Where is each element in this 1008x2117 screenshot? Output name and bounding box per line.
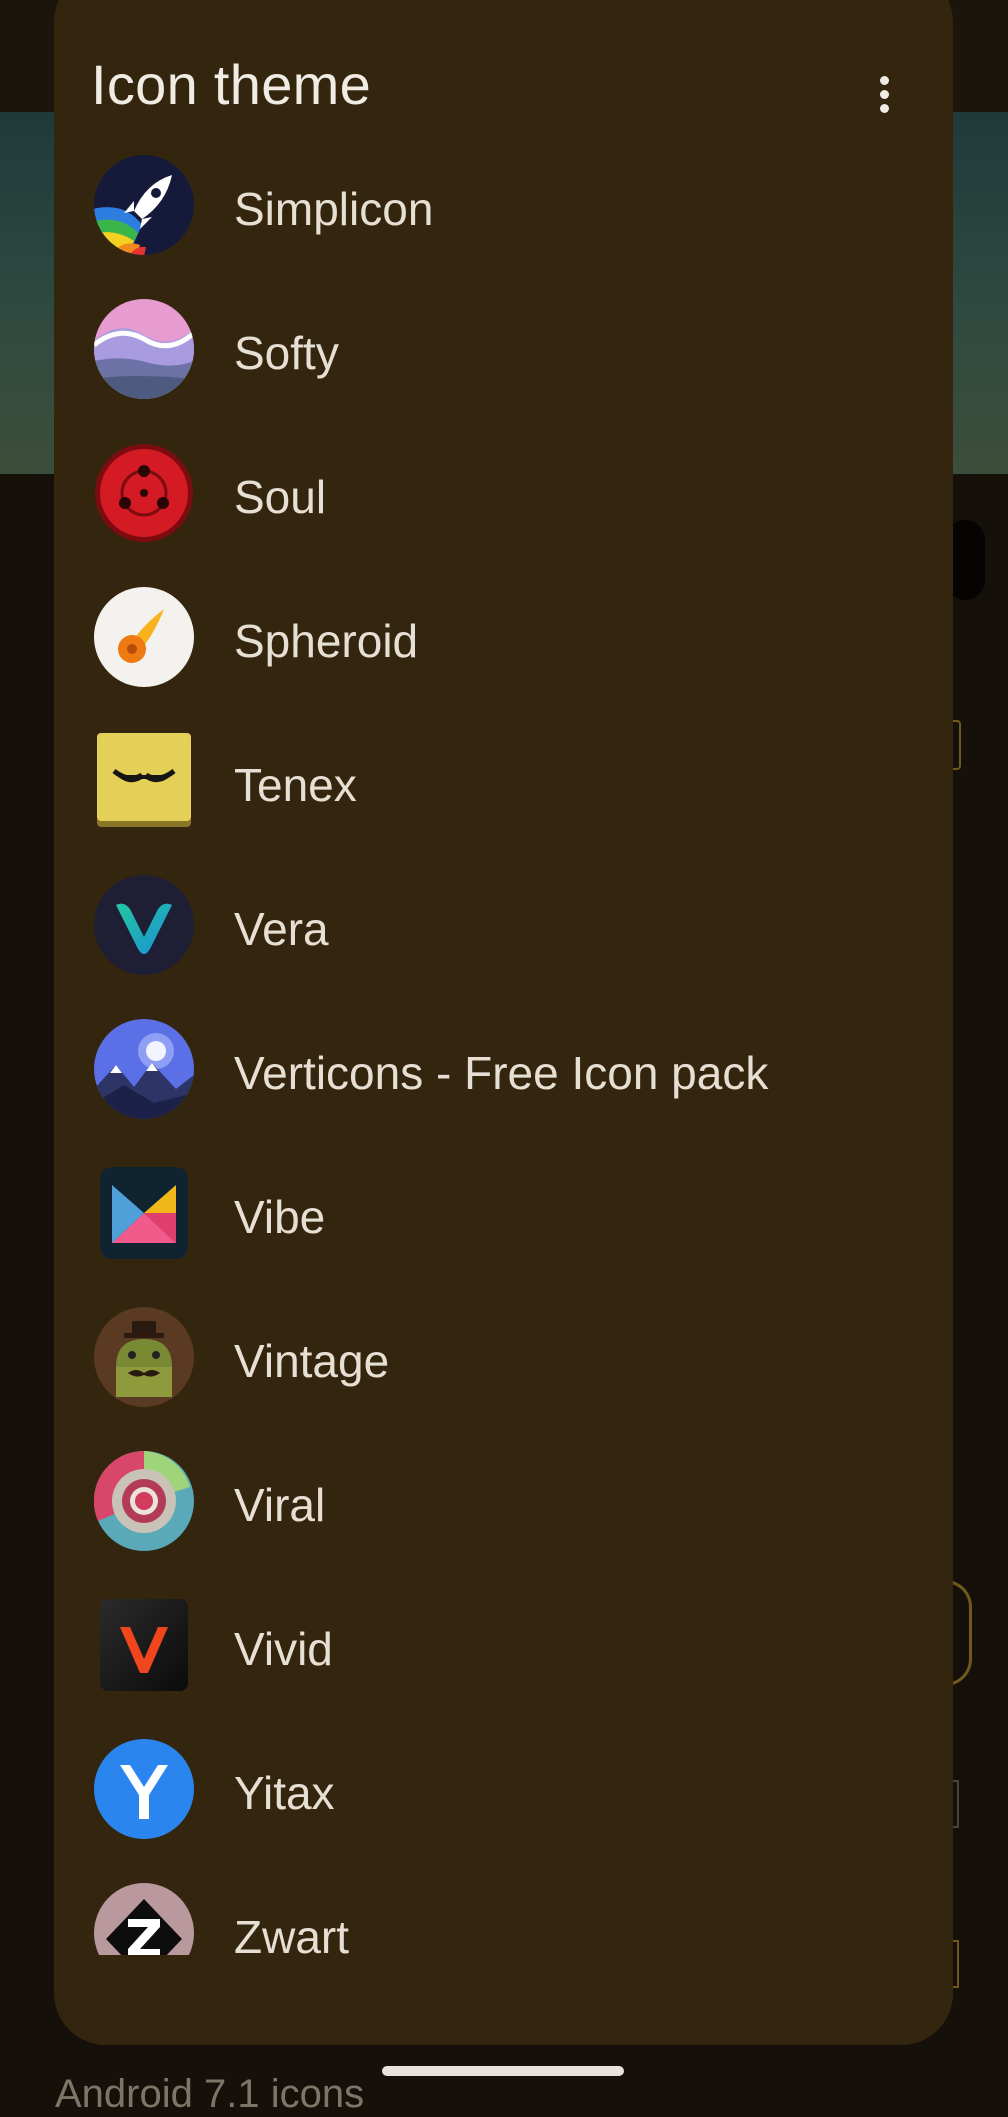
list-item-label: Vera bbox=[234, 903, 329, 955]
list-item-label: Simplicon bbox=[234, 183, 434, 235]
softy-waves-icon bbox=[94, 299, 194, 399]
sheet-title: Icon theme bbox=[91, 53, 372, 116]
simplicon-rocket-icon bbox=[94, 155, 194, 255]
list-item-label: Vivid bbox=[234, 1623, 333, 1675]
list-item-vivid[interactable]: Vivid bbox=[54, 1561, 953, 1705]
list-item-label: Vibe bbox=[234, 1191, 326, 1243]
list-item-yitax[interactable]: Yitax bbox=[54, 1705, 953, 1849]
list-item-soul[interactable]: Soul bbox=[54, 409, 953, 553]
list-item-label: Viral bbox=[234, 1479, 326, 1531]
yitax-y-logo-icon bbox=[94, 1739, 194, 1839]
list-item-tenex[interactable]: Tenex bbox=[54, 697, 953, 841]
soul-red-orb-icon bbox=[94, 443, 194, 543]
more-options-button[interactable] bbox=[854, 48, 914, 128]
list-item-label: Verticons - Free Icon pack bbox=[234, 1047, 769, 1099]
vintage-android-icon bbox=[94, 1307, 194, 1407]
more-vert-icon-dot bbox=[880, 90, 889, 99]
list-item-vera[interactable]: Vera bbox=[54, 841, 953, 985]
list-item-verticons[interactable]: Verticons - Free Icon pack bbox=[54, 985, 953, 1129]
spheroid-comet-icon bbox=[94, 587, 194, 687]
sheet-bottom-edge bbox=[54, 1955, 953, 2045]
list-item-label: Spheroid bbox=[234, 615, 419, 667]
list-item-label: Softy bbox=[234, 327, 339, 379]
verticons-moon-mountains-icon bbox=[94, 1019, 194, 1119]
list-item-label: Tenex bbox=[234, 759, 357, 811]
list-item-simplicon[interactable]: Simplicon bbox=[54, 121, 953, 265]
list-item-spheroid[interactable]: Spheroid bbox=[54, 553, 953, 697]
vera-v-logo-icon bbox=[94, 875, 194, 975]
list-item-softy[interactable]: Softy bbox=[54, 265, 953, 409]
gesture-navigation-bar[interactable] bbox=[382, 2066, 624, 2076]
list-item-viral[interactable]: Viral bbox=[54, 1417, 953, 1561]
list-item-vibe[interactable]: Vibe bbox=[54, 1129, 953, 1273]
list-item-label: Vintage bbox=[234, 1335, 390, 1387]
background-setting-label: Android 7.1 icons bbox=[55, 2072, 365, 2116]
list-item-vintage[interactable]: Vintage bbox=[54, 1273, 953, 1417]
list-item-label: Soul bbox=[234, 471, 327, 523]
icon-theme-list: Simplicon Softy Soul Spheroid Tenex Vera… bbox=[54, 121, 953, 1993]
icon-theme-sheet: Icon theme Simplicon Softy Soul Spheroid… bbox=[54, 0, 953, 2045]
list-item-label: Yitax bbox=[234, 1767, 335, 1819]
tenex-yellow-square-icon bbox=[94, 731, 194, 831]
viral-rings-icon bbox=[94, 1451, 194, 1551]
vivid-v-logo-icon bbox=[94, 1595, 194, 1695]
vibe-triangles-icon bbox=[94, 1163, 194, 1263]
more-vert-icon-dot bbox=[880, 104, 889, 113]
more-vert-icon bbox=[880, 76, 889, 85]
